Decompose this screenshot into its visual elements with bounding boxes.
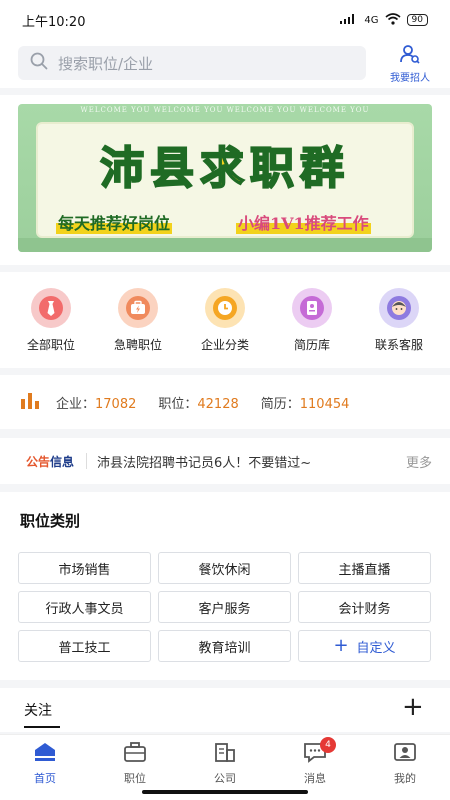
hire-label: 我要招人 <box>390 73 430 84</box>
status-time: 上午10:20 <box>22 14 86 30</box>
category-grid: 市场销售 餐饮休闲 主播直播 行政人事文员 客户服务 会计财务 普工技工 教育培… <box>18 552 432 662</box>
signal-icon <box>340 13 358 27</box>
category-button[interactable]: 教育培训 <box>158 630 291 662</box>
custom-category-button[interactable]: + 自定义 <box>298 630 431 662</box>
service-avatar-icon <box>379 288 419 328</box>
quick-menu: 全部职位 急聘职位 企业分类 简历库 联系客服 <box>0 272 450 368</box>
notice-bar[interactable]: 公告信息 沛县法院招聘书记员6人！不要错过~ 更多 <box>0 438 450 484</box>
tab-label: 消息 <box>304 772 326 785</box>
banner-subtitle-right: 小编1V1推荐工作 <box>236 210 371 234</box>
building-icon <box>215 743 235 762</box>
hire-button[interactable]: 我要招人 <box>382 44 438 84</box>
banner-title: 沛县求职群 <box>99 142 350 195</box>
stat-jobs: 职位：42128 <box>158 393 238 412</box>
header: 搜索职位/企业 我要招人 <box>0 40 450 88</box>
recruit-icon <box>400 45 420 68</box>
clock-icon <box>205 288 245 328</box>
job-categories: 职位类别 市场销售 餐饮休闲 主播直播 行政人事文员 客户服务 会计财务 普工技… <box>0 492 450 680</box>
category-button[interactable]: 会计财务 <box>298 591 431 623</box>
quick-item-resume-library[interactable]: 简历库 <box>269 272 355 368</box>
follow-section: 关注 + <box>0 688 450 732</box>
category-button[interactable]: 客户服务 <box>158 591 291 623</box>
quick-item-label: 企业分类 <box>200 338 249 352</box>
bar-chart-icon <box>20 391 42 413</box>
wifi-icon <box>385 12 401 28</box>
quick-item-label: 简历库 <box>293 338 330 352</box>
quick-item-label: 全部职位 <box>26 338 75 352</box>
tab-label: 职位 <box>124 772 146 785</box>
banner-card: 沛县求职群 每天推荐好岗位 小编1V1推荐工作 <box>36 122 414 238</box>
quick-item-label: 联系客服 <box>374 338 423 352</box>
category-button[interactable]: 餐饮休闲 <box>158 552 291 584</box>
status-icons: 4G 90 <box>340 12 428 28</box>
home-icon <box>35 743 55 761</box>
tie-icon <box>31 288 71 328</box>
search-placeholder: 搜索职位/企业 <box>58 54 154 73</box>
category-button[interactable]: 主播直播 <box>298 552 431 584</box>
tab-follow-indicator <box>24 726 60 728</box>
tab-label: 我的 <box>394 772 416 785</box>
stat-resumes-value: 110454 <box>299 396 350 412</box>
promo-banner[interactable]: WELCOME YOU WELCOME YOU WELCOME YOU WELC… <box>18 104 432 252</box>
notice-tag-a: 公告 <box>26 454 51 469</box>
category-button[interactable]: 普工技工 <box>18 630 151 662</box>
stat-resumes-label: 简历： <box>260 396 300 412</box>
profile-card-icon <box>394 743 416 761</box>
quick-item-all-jobs[interactable]: 全部职位 <box>8 272 94 368</box>
notice-text[interactable]: 沛县法院招聘书记员6人！不要错过~ <box>97 452 396 471</box>
quick-item-urgent-jobs[interactable]: 急聘职位 <box>95 272 181 368</box>
custom-category-label: 自定义 <box>356 640 396 656</box>
banner-subtitle-left: 每天推荐好岗位 <box>56 210 173 234</box>
section-title: 职位类别 <box>20 512 81 530</box>
notice-tag-b: 信息 <box>50 454 75 469</box>
notice-tag: 公告信息 <box>26 453 74 470</box>
stat-jobs-value: 42128 <box>197 396 239 412</box>
stats-bar: 企业：17082 职位：42128 简历：110454 <box>0 375 450 429</box>
banner-welcome-text: WELCOME YOU WELCOME YOU WELCOME YOU WELC… <box>80 106 370 114</box>
tab-follow[interactable]: 关注 <box>24 700 52 720</box>
plus-icon: + <box>333 635 349 656</box>
notice-divider <box>86 453 88 469</box>
status-bar: 上午10:20 4G 90 <box>0 0 450 40</box>
banner-section: WELCOME YOU WELCOME YOU WELCOME YOU WELC… <box>0 95 450 265</box>
quick-item-label: 急聘职位 <box>113 338 162 352</box>
search-input[interactable]: 搜索职位/企业 <box>18 46 366 80</box>
briefcase-bolt-icon <box>118 288 158 328</box>
quick-item-company-category[interactable]: 企业分类 <box>182 272 268 368</box>
briefcase-icon <box>124 742 146 762</box>
tab-label: 首页 <box>34 772 56 785</box>
banner-footer-strip <box>18 238 432 252</box>
tab-home[interactable]: 首页 <box>0 735 90 800</box>
message-badge: 4 <box>320 737 336 753</box>
home-indicator <box>142 790 308 794</box>
category-button[interactable]: 市场销售 <box>18 552 151 584</box>
stat-resumes: 简历：110454 <box>261 393 350 412</box>
signal-label: 4G <box>364 14 379 26</box>
category-button[interactable]: 行政人事文员 <box>18 591 151 623</box>
tab-label: 公司 <box>214 772 236 785</box>
add-follow-button[interactable]: + <box>402 694 424 720</box>
tab-profile[interactable]: 我的 <box>360 735 450 800</box>
quick-item-customer-service[interactable]: 联系客服 <box>356 272 442 368</box>
stat-company: 企业：17082 <box>56 393 136 412</box>
notice-more-link[interactable]: 更多 <box>406 452 432 471</box>
stat-company-value: 17082 <box>95 396 137 412</box>
search-icon <box>30 52 48 74</box>
stat-jobs-label: 职位： <box>158 396 198 412</box>
stat-company-label: 企业： <box>56 396 96 412</box>
battery-icon: 90 <box>406 14 428 26</box>
resume-icon <box>292 288 332 328</box>
